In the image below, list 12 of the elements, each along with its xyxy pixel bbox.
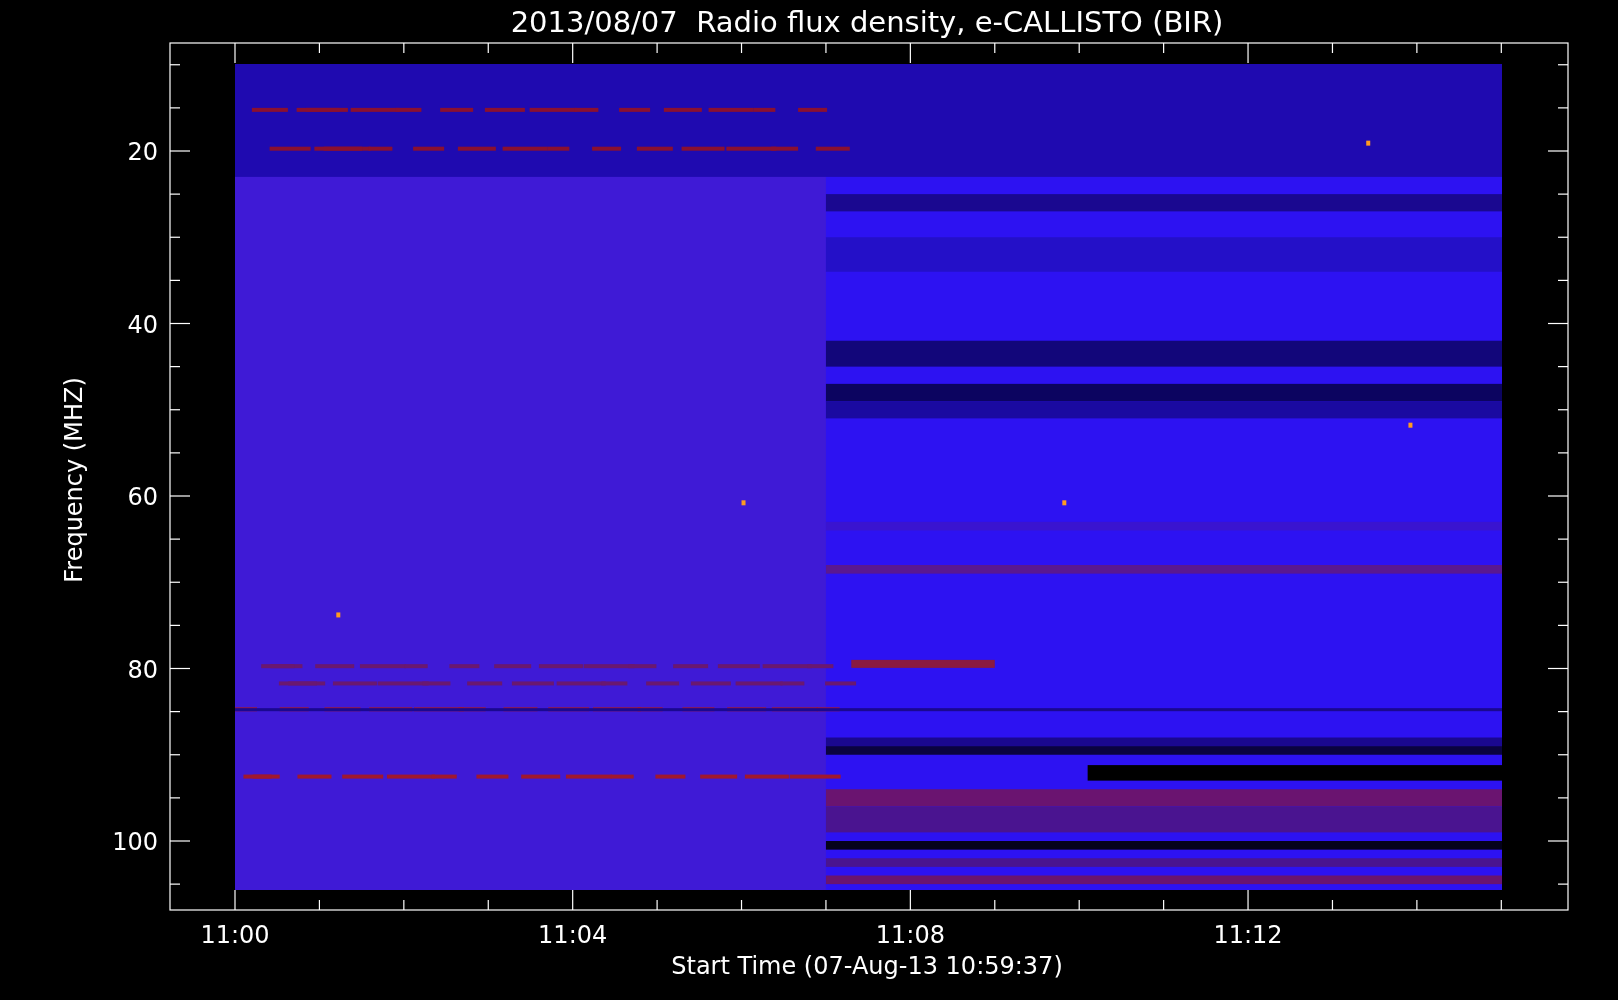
- x-tick-label: 11:08: [875, 921, 945, 949]
- y-tick-label: 60: [127, 483, 158, 511]
- x-tick-label: 11:12: [1213, 921, 1283, 949]
- chart-title: 2013/08/07 Radio flux density, e-CALLISTO (BIR): [510, 5, 1224, 39]
- y-tick-label: 40: [127, 310, 158, 339]
- y-axis-label: Frequency (MHZ): [60, 377, 88, 583]
- x-tick-label: 11:04: [538, 921, 608, 949]
- y-tick-label: 100: [112, 828, 158, 856]
- x-tick-label: 11:00: [200, 921, 270, 949]
- y-tick-label: 20: [127, 138, 158, 166]
- x-axis-label: Start Time (07-Aug-13 10:59:37): [671, 952, 1063, 980]
- y-tick-label: 80: [127, 655, 158, 684]
